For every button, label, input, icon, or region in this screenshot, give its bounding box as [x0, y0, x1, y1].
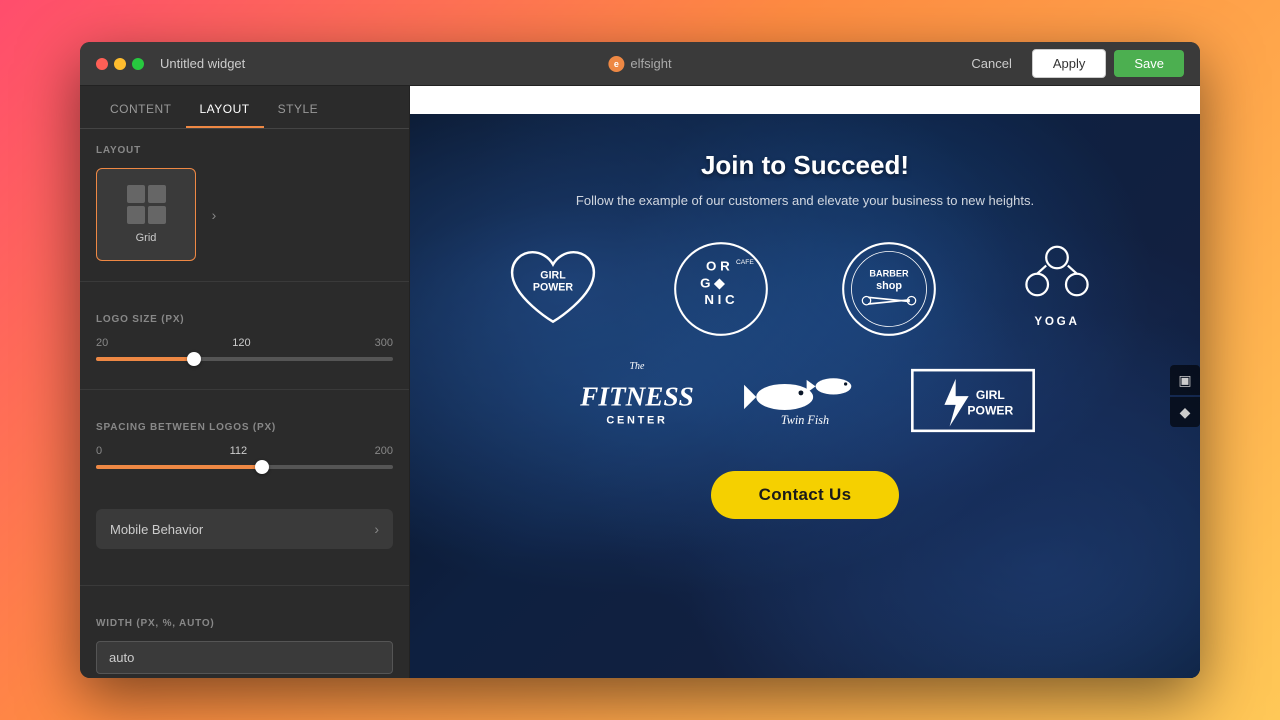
spacing-max: 200	[375, 445, 393, 457]
svg-text:shop: shop	[876, 280, 902, 292]
save-button[interactable]: Save	[1114, 50, 1184, 77]
elfsight-icon: e	[608, 56, 624, 72]
diamond-icon: ◆	[1180, 404, 1191, 421]
preview-area: Join to Succeed! Follow the example of o…	[410, 86, 1200, 678]
diamond-icon-button[interactable]: ◆	[1170, 397, 1200, 427]
app-window: Untitled widget e elfsight Cancel Apply …	[80, 42, 1200, 678]
svg-text:YOGA: YOGA	[1034, 315, 1079, 328]
width-label: WIDTH (PX, %, AUTO)	[96, 618, 393, 629]
svg-text:POWER: POWER	[533, 281, 573, 293]
logo-barber-shop: BARBER shop	[824, 239, 954, 339]
logo-size-current: 120	[232, 337, 250, 349]
brand-name: elfsight	[630, 56, 671, 71]
sidebar: CONTENT LAYOUT STYLE LAYOUT Grid	[80, 86, 410, 678]
svg-text:O R: O R	[706, 258, 730, 273]
svg-text:POWER: POWER	[967, 403, 1013, 417]
logo-organic-cafe: O R G ◆ N I C CAFE	[656, 239, 786, 339]
spacing-fill	[96, 465, 262, 469]
divider	[80, 281, 409, 282]
close-button[interactable]	[96, 58, 108, 70]
logo-grid-row1: GIRL POWER O R G ◆ N I C CAFE	[483, 239, 1127, 339]
contact-us-button[interactable]: Contact Us	[711, 471, 900, 519]
brand-logo: e elfsight	[608, 56, 671, 72]
monitor-icon-button[interactable]: ▣	[1170, 365, 1200, 395]
layout-section: LAYOUT Grid ›	[80, 129, 409, 277]
tab-content[interactable]: CONTENT	[96, 90, 186, 128]
hero-section: Join to Succeed! Follow the example of o…	[410, 114, 1200, 678]
monitor-icon: ▣	[1178, 372, 1191, 389]
logo-yoga: YOGA	[992, 239, 1122, 339]
logo-fitness-center: The FITNESS CENTER	[572, 351, 702, 451]
chevron-right-icon: ›	[374, 521, 379, 537]
hero-content: Join to Succeed! Follow the example of o…	[576, 114, 1034, 211]
spacing-thumb[interactable]	[255, 460, 269, 474]
preview-top-bar	[410, 86, 1200, 114]
grid-icon	[127, 185, 166, 224]
traffic-lights	[96, 58, 144, 70]
spacing-label: SPACING BETWEEN LOGOS (PX)	[96, 422, 393, 433]
svg-text:G ◆: G ◆	[700, 275, 725, 290]
logo-size-max: 300	[375, 337, 393, 349]
layout-section-label: LAYOUT	[96, 145, 393, 156]
logo-size-fill	[96, 357, 194, 361]
titlebar-actions: Cancel Apply Save	[959, 49, 1184, 78]
logo-size-min: 20	[96, 337, 108, 349]
logo-girl-power-heart: GIRL POWER	[488, 239, 618, 339]
hero-subtitle: Follow the example of our customers and …	[576, 191, 1034, 211]
svg-text:CENTER: CENTER	[606, 414, 667, 426]
svg-text:N I C: N I C	[704, 292, 735, 307]
svg-text:GIRL: GIRL	[976, 388, 1006, 402]
mobile-behavior-item[interactable]: Mobile Behavior ›	[96, 509, 393, 549]
spacing-range: 0 112 200	[96, 445, 393, 457]
grid-cell	[127, 185, 145, 203]
layout-grid-label: Grid	[136, 232, 157, 244]
tab-layout[interactable]: LAYOUT	[186, 90, 264, 128]
main-area: CONTENT LAYOUT STYLE LAYOUT Grid	[80, 86, 1200, 678]
logo-size-range: 20 120 300	[96, 337, 393, 349]
hero-title: Join to Succeed!	[576, 150, 1034, 181]
layout-grid-option[interactable]: Grid	[96, 168, 196, 261]
logo-size-label: LOGO SIZE (PX)	[96, 314, 393, 325]
maximize-button[interactable]	[132, 58, 144, 70]
spacing-section: SPACING BETWEEN LOGOS (PX) 0 112 200	[80, 406, 409, 493]
width-input[interactable]	[96, 641, 393, 674]
minimize-button[interactable]	[114, 58, 126, 70]
spacing-current: 112	[230, 445, 248, 457]
mobile-behavior-label: Mobile Behavior	[110, 522, 203, 537]
grid-cell	[127, 206, 145, 224]
logo-size-section: LOGO SIZE (PX) 20 120 300	[80, 298, 409, 385]
svg-text:BARBER: BARBER	[869, 268, 909, 278]
apply-button[interactable]: Apply	[1032, 49, 1107, 78]
logo-size-slider[interactable]	[96, 357, 393, 361]
grid-cell	[148, 185, 166, 203]
logo-size-thumb[interactable]	[187, 352, 201, 366]
svg-text:FITNESS: FITNESS	[579, 381, 694, 411]
sidebar-tabs: CONTENT LAYOUT STYLE	[80, 90, 409, 129]
widget-name: Untitled widget	[160, 56, 959, 71]
tab-style[interactable]: STYLE	[264, 90, 333, 128]
layout-next-arrow[interactable]: ›	[204, 205, 224, 225]
svg-text:The: The	[630, 361, 646, 372]
logo-grid-row2: The FITNESS CENTER	[567, 351, 1043, 451]
divider	[80, 585, 409, 586]
cancel-button[interactable]: Cancel	[959, 50, 1023, 77]
svg-text:Twin Fish: Twin Fish	[781, 412, 829, 426]
svg-text:GIRL: GIRL	[540, 269, 566, 281]
width-section: WIDTH (PX, %, AUTO)	[80, 602, 409, 678]
grid-cell	[148, 206, 166, 224]
divider	[80, 389, 409, 390]
logo-girl-power-box: GIRL POWER	[908, 351, 1038, 451]
logo-twin-fish: Twin Fish	[740, 351, 870, 451]
spacing-slider[interactable]	[96, 465, 393, 469]
preview-side-controls: ▣ ◆	[1170, 365, 1200, 427]
svg-text:CAFE: CAFE	[736, 259, 754, 266]
titlebar: Untitled widget e elfsight Cancel Apply …	[80, 42, 1200, 86]
mobile-behavior-section: Mobile Behavior ›	[80, 493, 409, 581]
spacing-min: 0	[96, 445, 102, 457]
